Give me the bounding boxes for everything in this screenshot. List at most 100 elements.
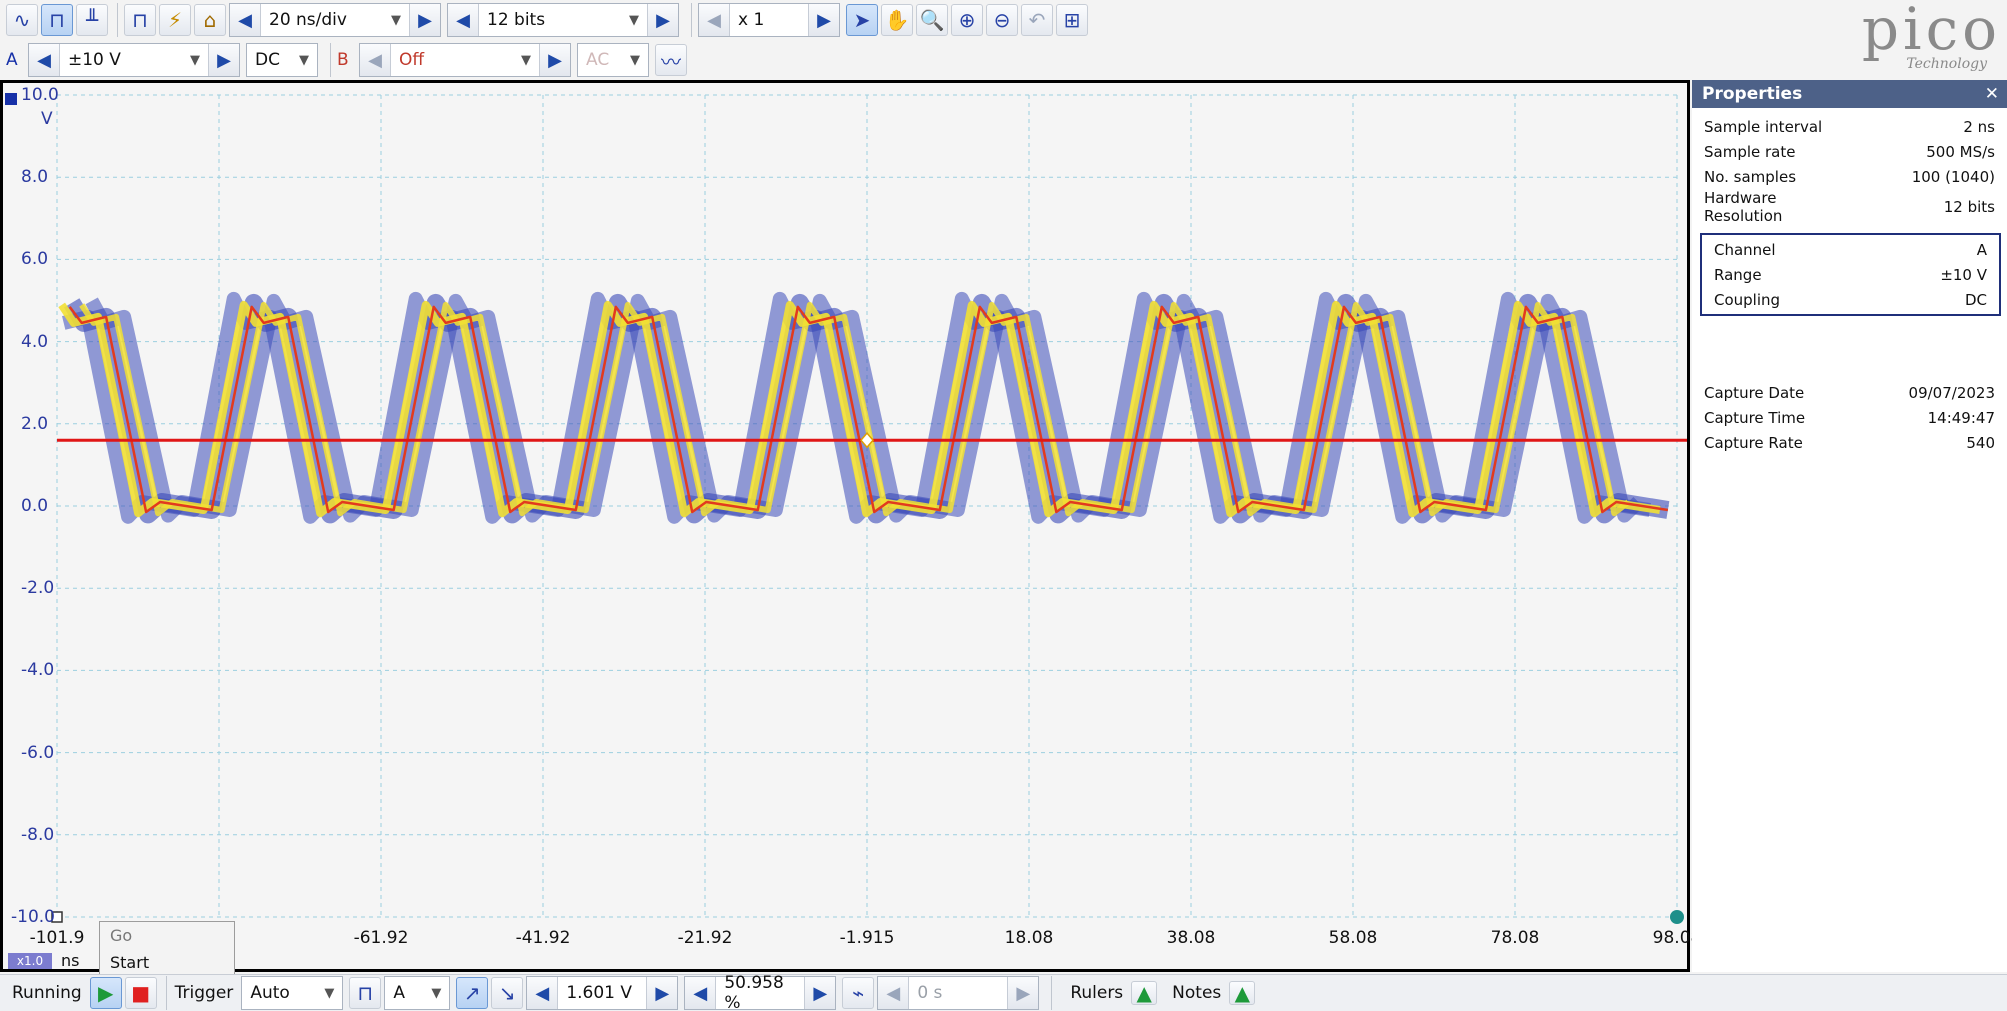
delay-control: ◀ 0 s ▶ <box>877 976 1040 1010</box>
trigger-level-prev-button[interactable]: ◀ <box>527 977 558 1009</box>
property-label: Capture Time <box>1704 408 1806 427</box>
y-tick-label: -6.0 <box>21 742 55 763</box>
falling-edge-icon[interactable]: ↘ <box>491 977 524 1009</box>
trigger-level-next-button[interactable]: ▶ <box>647 977 678 1009</box>
auto-setup-icon[interactable]: ⚡ <box>159 4 191 36</box>
pretrigger-control: ◀ 50.958 % ▶ <box>684 973 837 1011</box>
trigger-source-select[interactable]: A ▼ <box>385 977 449 1009</box>
resolution-next-button[interactable]: ▶ <box>648 4 678 36</box>
channel-options-icon[interactable]: 〰 <box>655 44 687 76</box>
plot-area[interactable]: 10.0 8.0 6.0 4.0 2.0 0.0 -2.0 -4.0 -6.0 -8.0 -10.0… <box>3 83 1701 991</box>
channel-a-range-next-button[interactable]: ▶ <box>209 44 239 76</box>
channel-b-coupling-select[interactable]: AC ▼ <box>578 44 648 76</box>
channel-b-range-select[interactable]: Off ▼ <box>390 44 540 76</box>
properties-header: Properties ✕ <box>1692 80 2007 108</box>
trigger-label: Trigger <box>174 983 234 1003</box>
x-tick-label: -61.92 <box>353 928 409 948</box>
trigger-level-field[interactable]: 1.601 V <box>557 977 648 1009</box>
resolution-select[interactable]: 12 bits ▼ <box>478 4 648 36</box>
timebase-select[interactable]: 20 ns/div ▼ <box>260 4 410 36</box>
properties-panel: Properties ✕ Sample interval 2 ns Sample r… <box>1692 80 2007 972</box>
scope-view[interactable]: 10.0 8.0 6.0 4.0 2.0 0.0 -2.0 -4.0 -6.0 -8.0 -10.0… <box>0 80 1701 991</box>
delay-field[interactable]: 0 s <box>908 977 1009 1009</box>
timebase-prev-button[interactable]: ◀ <box>230 4 260 36</box>
property-label: Channel <box>1714 240 1776 259</box>
channel-a-axis-marker[interactable] <box>5 93 17 105</box>
spectrum-mode-icon[interactable]: ╨ <box>76 4 108 36</box>
property-row: Hardware Resolution 12 bits <box>1692 189 2007 225</box>
trigger-mode-value: Auto <box>250 983 290 1003</box>
pretrigger-next-button[interactable]: ▶ <box>805 977 836 1009</box>
channel-b-label: B <box>337 50 349 70</box>
channel-a-range-value: ±10 V <box>68 50 121 70</box>
delay-next-button[interactable]: ▶ <box>1008 977 1039 1009</box>
channel-a-coupling-select[interactable]: DC ▼ <box>247 44 317 76</box>
pretrigger-prev-button[interactable]: ◀ <box>685 977 716 1009</box>
property-row: Range ±10 V <box>1702 262 1999 287</box>
rulers-label: Rulers <box>1070 983 1124 1003</box>
signal-generator-icon[interactable]: ⊓ <box>124 4 156 36</box>
zoom-tool-icon[interactable]: 🔍 <box>916 4 948 36</box>
x-tick-label: -21.92 <box>677 928 733 948</box>
delay-value: 0 s <box>917 983 943 1003</box>
properties-sampling: Sample interval 2 ns Sample rate 500 MS/s No… <box>1692 108 2007 226</box>
property-label: Capture Rate <box>1704 433 1803 452</box>
property-value: 100 (1040) <box>1911 167 1995 186</box>
close-icon[interactable]: ✕ <box>1985 84 1999 104</box>
home-icon[interactable]: ⌂ <box>194 4 226 36</box>
zoom-in-icon[interactable]: ⊕ <box>951 4 983 36</box>
channel-a-range-control: ◀ ±10 V ▼ ▶ <box>28 43 240 77</box>
zoom-field[interactable]: x 1 <box>729 4 809 36</box>
y-tick-label: -4.0 <box>21 660 55 681</box>
zoom-out-icon[interactable]: ⊖ <box>986 4 1018 36</box>
property-value: 2 ns <box>1963 117 1995 136</box>
zoom-prev-button[interactable]: ◀ <box>699 4 729 36</box>
zoom-next-button[interactable]: ▶ <box>809 4 839 36</box>
properties-capture: Capture Date 09/07/2023 Capture Time 14:49:… <box>1692 316 2007 455</box>
channel-a-coupling-control: DC ▼ <box>246 43 318 77</box>
advanced-trigger-icon[interactable]: ⊓ <box>349 977 382 1009</box>
channel-a-range-select[interactable]: ±10 V ▼ <box>59 44 209 76</box>
pointer-tool-icon[interactable]: ➤ <box>846 4 878 36</box>
channel-b-range-prev-button[interactable]: ◀ <box>360 44 390 76</box>
x-tick-label: 38.08 <box>1166 928 1216 948</box>
rising-edge-icon[interactable]: ↗ <box>456 977 489 1009</box>
y-tick-label: -2.0 <box>21 578 55 599</box>
timebase-next-button[interactable]: ▶ <box>410 4 440 36</box>
y-tick-label: 6.0 <box>21 249 49 270</box>
pretrigger-field[interactable]: 50.958 % <box>715 973 806 1011</box>
property-value: 12 bits <box>1943 198 1995 216</box>
pretrigger-value: 50.958 % <box>724 973 784 1011</box>
trigger-delay-icon[interactable]: ⌁ <box>842 977 875 1009</box>
trigger-mode-control: Auto ▼ <box>241 976 344 1010</box>
channel-a-range-prev-button[interactable]: ◀ <box>29 44 59 76</box>
trigger-mode-select[interactable]: Auto ▼ <box>242 977 342 1009</box>
trigger-level-value: 1.601 V <box>566 983 633 1003</box>
property-label: Sample rate <box>1704 142 1796 161</box>
channel-b-range-next-button[interactable]: ▶ <box>540 44 570 76</box>
resolution-prev-button[interactable]: ◀ <box>448 4 478 36</box>
undo-zoom-icon[interactable]: ↶ <box>1021 4 1053 36</box>
property-value: A <box>1976 240 1987 259</box>
delay-prev-button[interactable]: ◀ <box>878 977 909 1009</box>
stop-capture-button[interactable]: ■ <box>124 977 157 1009</box>
start-capture-button[interactable]: ▶ <box>89 977 122 1009</box>
channel-a-coupling-value: DC <box>255 50 280 70</box>
timebase-control: ◀ 20 ns/div ▼ ▶ <box>229 3 441 37</box>
property-value: DC <box>1964 290 1987 309</box>
zoom-overview-icon[interactable]: ⊞ <box>1056 4 1088 36</box>
toolbar-main: ∿ ⊓ ╨ ⊓ ⚡ ⌂ ◀ 20 ns/div ▼ ▶ ◀ 12 bits ▼ ▶ … <box>0 0 2007 40</box>
toolbar-separator <box>1051 976 1053 1010</box>
notes-toggle-icon[interactable]: ▲ <box>1229 981 1256 1005</box>
rulers-toggle-icon[interactable]: ▲ <box>1131 981 1158 1005</box>
persistence-mode-icon[interactable]: ⊓ <box>41 4 73 36</box>
channel-a-label: A <box>6 50 18 70</box>
trigger-source-control: A ▼ <box>384 976 451 1010</box>
y-unit-label: V <box>41 109 53 129</box>
time-end-marker <box>1670 910 1684 924</box>
x-tick-label: 78.08 <box>1490 928 1540 948</box>
scope-mode-icon[interactable]: ∿ <box>6 4 38 36</box>
bottom-bar: Running ▶ ■ Trigger Auto ▼ ⊓ A ▼ ↗ ↘ ◀ 1.6… <box>0 973 2007 1011</box>
hand-tool-icon[interactable]: ✋ <box>881 4 913 36</box>
x-unit-label: ns <box>61 951 80 970</box>
